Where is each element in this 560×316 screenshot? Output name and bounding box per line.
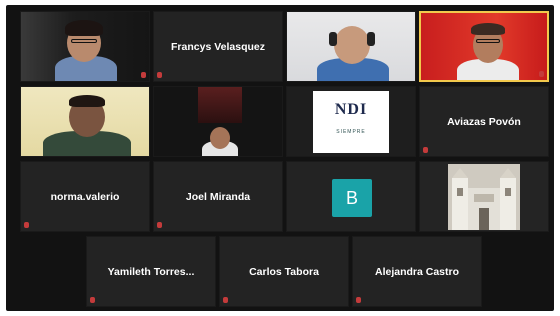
- participant-name: Alejandra Castro: [374, 265, 460, 278]
- person-hair: [65, 20, 103, 36]
- mic-muted-icon: [90, 297, 95, 303]
- headphone-icon: [329, 32, 337, 46]
- participant-tile-13[interactable]: Yamileth Torres...: [86, 236, 216, 307]
- participant-tile-15[interactable]: Alejandra Castro: [352, 236, 482, 307]
- participant-name: norma.valerio: [50, 190, 120, 203]
- participant-name: Carlos Tabora: [249, 265, 319, 278]
- participant-tile-10[interactable]: Joel Miranda: [153, 161, 283, 232]
- participant-avatar: B: [332, 179, 372, 217]
- mic-muted-icon: [157, 72, 162, 78]
- mic-muted-icon: [24, 222, 29, 228]
- mic-muted-icon: [423, 147, 428, 153]
- ndi-logo-card: NDI SIEMPRE: [313, 91, 389, 153]
- glasses: [476, 39, 500, 43]
- participant-tile-5[interactable]: [20, 86, 150, 157]
- participant-tile-9[interactable]: norma.valerio: [20, 161, 150, 232]
- participant-name: Francys Velasquez: [171, 40, 265, 53]
- headphone-icon: [367, 32, 375, 46]
- person-hair: [471, 23, 505, 35]
- glasses: [71, 39, 97, 43]
- person-head: [210, 127, 230, 149]
- mic-muted-icon: [223, 297, 228, 303]
- person-hair: [69, 95, 105, 107]
- participant-tile-3[interactable]: [286, 11, 416, 82]
- participant-tile-7[interactable]: NDI SIEMPRE: [286, 86, 416, 157]
- participant-tile-4[interactable]: [419, 11, 549, 82]
- mic-muted-icon: [157, 222, 162, 228]
- participant-tile-11[interactable]: B: [286, 161, 416, 232]
- background-object: [198, 87, 242, 123]
- participant-name: Joel Miranda: [185, 190, 251, 203]
- mic-muted-icon: [141, 72, 146, 78]
- person-head: [334, 26, 370, 64]
- mic-muted-icon: [539, 71, 544, 77]
- mic-muted-icon: [356, 297, 361, 303]
- church-image: [448, 164, 520, 230]
- ndi-subtitle: SIEMPRE: [336, 129, 366, 135]
- participant-name: Yamileth Torres...: [107, 265, 195, 278]
- participant-tile-8[interactable]: Aviazas Povón: [419, 86, 549, 157]
- participant-tile-12[interactable]: [419, 161, 549, 232]
- ndi-logo: NDI: [334, 101, 368, 118]
- participant-tile-1[interactable]: [20, 11, 150, 82]
- participant-tile-2[interactable]: Francys Velasquez: [153, 11, 283, 82]
- participant-tile-6[interactable]: [153, 86, 283, 157]
- participant-tile-14[interactable]: Carlos Tabora: [219, 236, 349, 307]
- participant-name: Aviazas Povón: [447, 115, 521, 128]
- video-gallery: Francys Velasquez NDI SIEMPRE Aviazas Po…: [6, 5, 554, 311]
